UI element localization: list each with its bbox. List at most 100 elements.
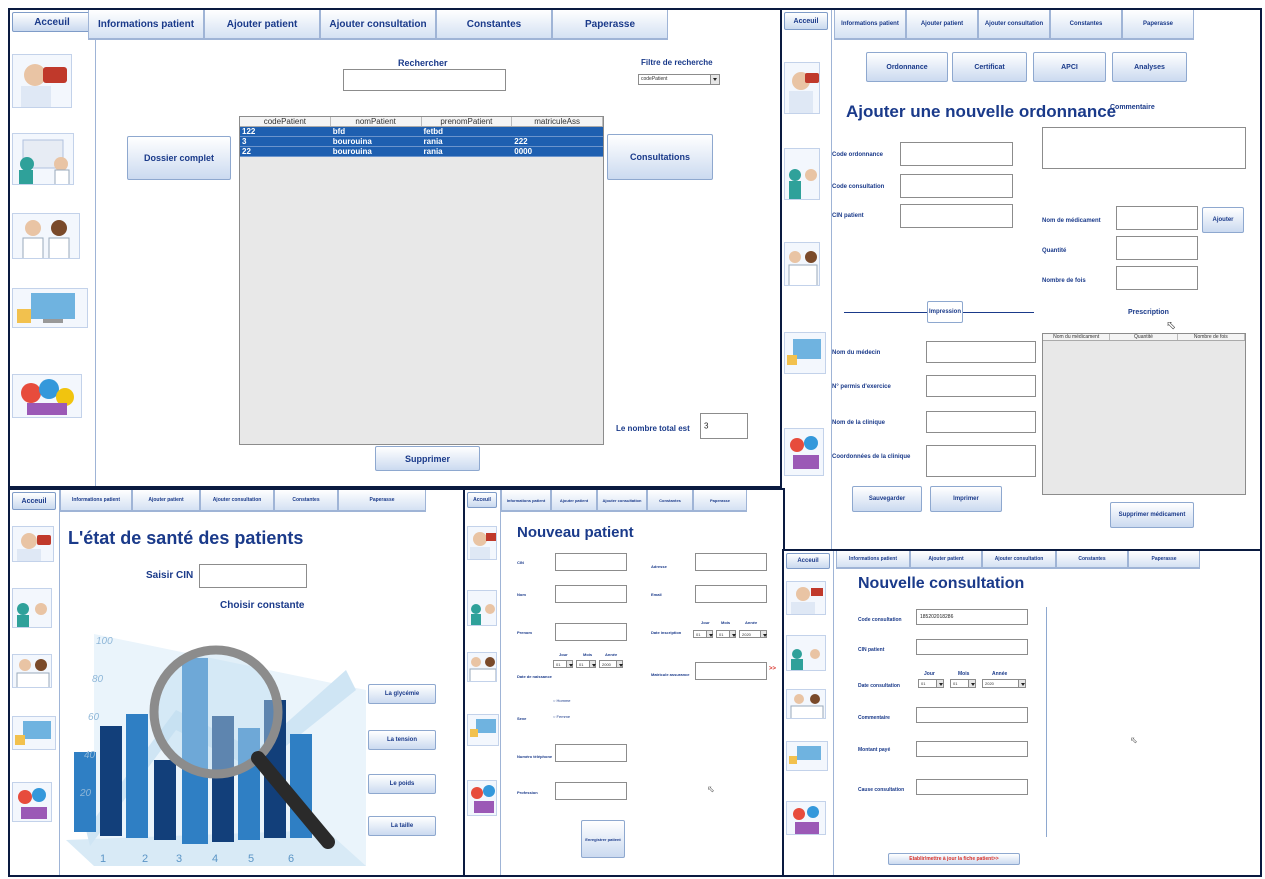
tab-constantes[interactable]: Constantes — [647, 490, 693, 511]
consultation-icon[interactable] — [12, 588, 52, 628]
ajouter-button[interactable]: Ajouter — [1202, 207, 1244, 233]
sauvegarder-button[interactable]: Sauvegarder — [852, 486, 922, 512]
consultation-icon[interactable] — [786, 635, 826, 671]
acceuil-button[interactable]: Acceuil — [12, 492, 56, 510]
table-row[interactable]: 122 bfd fetbd — [240, 127, 603, 137]
chat-icon[interactable] — [786, 801, 826, 835]
consultations-button[interactable]: Consultations — [607, 134, 713, 180]
tab-ajouter-patient[interactable]: Ajouter patient — [910, 551, 982, 568]
code-ordonnance-input[interactable] — [900, 142, 1013, 166]
doctor-icon[interactable] — [12, 526, 54, 562]
tab-paperasse[interactable]: Paperasse — [1128, 551, 1200, 568]
tab-ajouter-consultation[interactable]: Ajouter consultation — [597, 490, 647, 511]
computer-icon[interactable] — [12, 716, 56, 750]
imprimer-button[interactable]: Imprimer — [930, 486, 1002, 512]
consultation-icon[interactable] — [784, 148, 820, 200]
doctors-icon[interactable] — [12, 654, 52, 688]
tab-ajouter-consultation[interactable]: Ajouter consultation — [978, 10, 1050, 39]
dossier-complet-button[interactable]: Dossier complet — [127, 136, 231, 180]
table-row[interactable]: 22 bourouina rania 0000 — [240, 147, 603, 157]
chat-icon[interactable] — [784, 428, 824, 476]
tab-constantes[interactable]: Constantes — [1050, 10, 1122, 39]
insc-day-select[interactable]: 01 — [693, 630, 713, 638]
tab-certificat[interactable]: Certificat — [952, 52, 1027, 82]
arrow-link[interactable]: >> — [769, 666, 776, 672]
tab-ordonnance[interactable]: Ordonnance — [866, 52, 948, 82]
tab-analyses[interactable]: Analyses — [1112, 52, 1187, 82]
tab-constantes[interactable]: Constantes — [274, 490, 338, 511]
tab-informations-patient[interactable]: Informations patient — [834, 10, 906, 39]
computer-icon[interactable] — [467, 714, 499, 746]
insc-month-select[interactable]: 01 — [716, 630, 736, 638]
tab-paperasse[interactable]: Paperasse — [1122, 10, 1194, 39]
computer-icon[interactable] — [784, 332, 826, 374]
computer-icon[interactable] — [786, 741, 828, 771]
adresse-input[interactable] — [695, 553, 767, 571]
birth-day-select[interactable]: 01 — [553, 660, 573, 668]
matricule-input[interactable] — [695, 662, 767, 680]
telephone-input[interactable] — [555, 744, 627, 762]
tab-constantes[interactable]: Constantes — [436, 10, 552, 39]
consultation-icon[interactable] — [467, 590, 497, 626]
tab-informations-patient[interactable]: Informations patient — [88, 10, 204, 39]
consult-day-select[interactable]: 01 — [918, 679, 944, 688]
tab-informations-patient[interactable]: Informations patient — [836, 551, 910, 568]
consult-month-select[interactable]: 01 — [950, 679, 976, 688]
chat-icon[interactable] — [467, 780, 497, 816]
tab-ajouter-consultation[interactable]: Ajouter consultation — [320, 10, 436, 39]
poids-button[interactable]: Le poids — [368, 774, 436, 794]
chat-icon[interactable] — [12, 782, 52, 822]
acceuil-button[interactable]: Acceuil — [784, 12, 828, 30]
supprimer-medicament-button[interactable]: Supprimer médicament — [1110, 502, 1194, 528]
tab-paperasse[interactable]: Paperasse — [552, 10, 668, 39]
tab-informations-patient[interactable]: Informations patient — [501, 490, 551, 511]
comment-input[interactable] — [1042, 127, 1246, 169]
acceuil-button[interactable]: Acceuil — [12, 12, 92, 32]
birth-year-select[interactable]: 2000 — [599, 660, 623, 668]
cin-patient-input[interactable] — [916, 639, 1028, 655]
tab-paperasse[interactable]: Paperasse — [338, 490, 426, 511]
doctors-icon[interactable] — [784, 242, 820, 286]
femme-radio[interactable]: ○ Femme — [553, 714, 570, 719]
consultation-icon[interactable] — [12, 133, 74, 185]
nom-medicament-input[interactable] — [1116, 206, 1198, 230]
insc-year-select[interactable]: 2020 — [739, 630, 767, 638]
enregistrer-patient-button[interactable]: Enregistrer patient — [581, 820, 625, 858]
code-consultation-input[interactable]: 185202018286 — [916, 609, 1028, 625]
supprimer-button[interactable]: Supprimer — [375, 446, 480, 471]
search-input[interactable] — [343, 69, 506, 91]
prescription-table[interactable]: Nom du médicament Quantité Nombre de foi… — [1042, 333, 1246, 495]
tab-apci[interactable]: APCI — [1033, 52, 1106, 82]
doctors-icon[interactable] — [467, 652, 497, 682]
nom-input[interactable] — [555, 585, 627, 603]
tab-paperasse[interactable]: Paperasse — [693, 490, 747, 511]
coord-clinique-input[interactable] — [926, 445, 1036, 477]
code-consultation-input[interactable] — [900, 174, 1013, 198]
taille-button[interactable]: La taille — [368, 816, 436, 836]
acceuil-button[interactable]: Acceuil — [786, 553, 830, 569]
cin-input[interactable] — [199, 564, 307, 588]
doctor-icon[interactable] — [786, 581, 826, 615]
acceuil-button[interactable]: Acceuil — [467, 492, 497, 508]
tab-constantes[interactable]: Constantes — [1056, 551, 1128, 568]
tab-ajouter-consultation[interactable]: Ajouter consultation — [200, 490, 274, 511]
doctors-icon[interactable] — [786, 689, 826, 719]
birth-month-select[interactable]: 01 — [576, 660, 596, 668]
patients-table[interactable]: codePatient nomPatient prenomPatient mat… — [239, 116, 604, 445]
consult-year-select[interactable]: 2020 — [982, 679, 1026, 688]
nom-medecin-input[interactable] — [926, 341, 1036, 363]
tab-ajouter-patient[interactable]: Ajouter patient — [551, 490, 597, 511]
tab-ajouter-consultation[interactable]: Ajouter consultation — [982, 551, 1056, 568]
prenom-input[interactable] — [555, 623, 627, 641]
permis-input[interactable] — [926, 375, 1036, 397]
chat-icon[interactable] — [12, 374, 82, 418]
computer-icon[interactable] — [12, 288, 88, 328]
clinique-input[interactable] — [926, 411, 1036, 433]
tension-button[interactable]: La tension — [368, 730, 436, 750]
commentaire-input[interactable] — [916, 707, 1028, 723]
table-row[interactable]: 3 bourouina rania 222 — [240, 137, 603, 147]
homme-radio[interactable]: ○ Homme — [553, 698, 571, 703]
doctor-icon[interactable] — [12, 54, 72, 108]
tab-informations-patient[interactable]: Informations patient — [60, 490, 132, 511]
filter-select[interactable]: codePatient — [638, 74, 720, 85]
